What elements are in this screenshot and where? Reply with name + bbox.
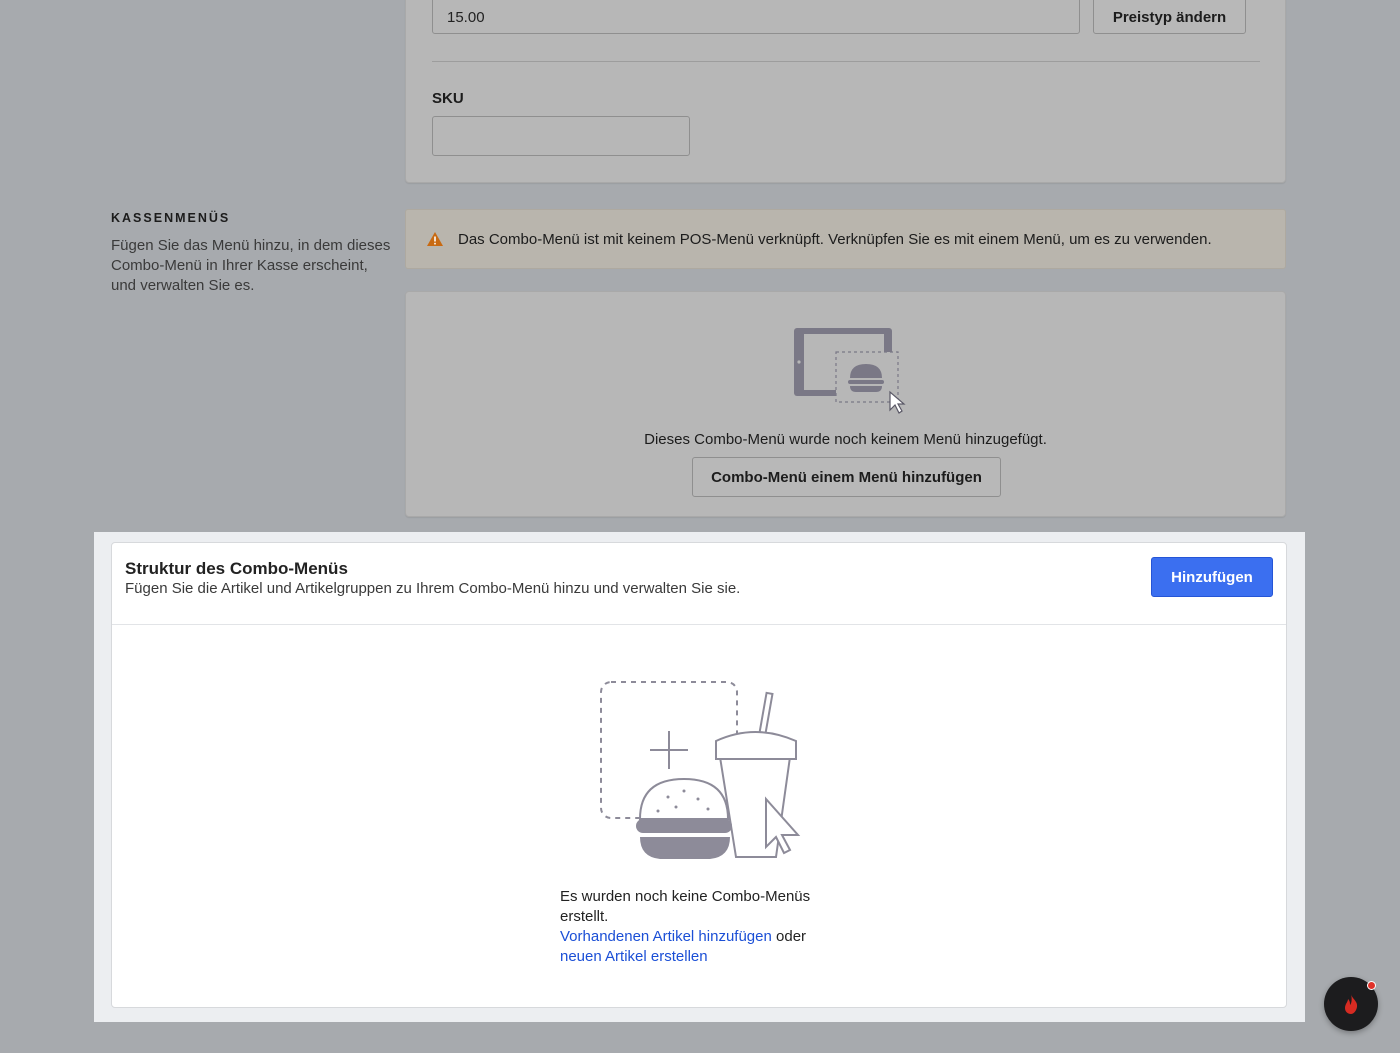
sku-input[interactable] [432, 116, 690, 156]
combo-structure-subtitle: Fügen Sie die Artikel und Artikelgruppen… [125, 580, 741, 597]
pos-menus-card: Dieses Combo-Menü wurde noch keinem Menü… [405, 291, 1286, 517]
pos-menus-heading: KASSENMENÜS [111, 211, 231, 225]
combo-structure-title: Struktur des Combo-Menüs [125, 559, 348, 578]
combo-empty-links: Vorhandenen Artikel hinzufügen oder neue… [560, 927, 850, 967]
price-input[interactable]: 15.00 [432, 0, 1080, 34]
chat-flame-icon [1342, 993, 1360, 1015]
price-input-value: 15.00 [447, 8, 485, 26]
add-button[interactable]: Hinzufügen [1151, 557, 1273, 597]
notification-dot [1367, 981, 1376, 990]
add-to-menu-button[interactable]: Combo-Menü einem Menü hinzufügen [692, 457, 1001, 497]
pos-menus-description: Fügen Sie das Menü hinzu, in dem dieses … [111, 237, 391, 294]
change-price-type-button[interactable]: Preistyp ändern [1093, 0, 1246, 34]
chat-button[interactable] [1324, 977, 1378, 1031]
sku-label: SKU [432, 90, 464, 107]
warning-triangle-icon [426, 231, 444, 247]
or-text: oder [776, 928, 807, 945]
tablet-burger-illustration [792, 326, 918, 423]
warning-text: Das Combo-Menü ist mit keinem POS-Menü v… [458, 230, 1212, 248]
pos-menus-empty-text: Dieses Combo-Menü wurde noch keinem Menü… [644, 431, 1047, 448]
pos-menu-warning: Das Combo-Menü ist mit keinem POS-Menü v… [405, 209, 1286, 269]
burger-drink-illustration [598, 679, 812, 876]
add-existing-item-link[interactable]: Vorhandenen Artikel hinzufügen [560, 928, 772, 945]
combo-empty-message: Es wurden noch keine Combo-Menüs erstell… [560, 888, 811, 925]
combo-structure-card: Struktur des Combo-Menüs Fügen Sie die A… [111, 542, 1287, 1008]
combo-empty-state: Es wurden noch keine Combo-Menüs erstell… [560, 887, 850, 967]
pricing-divider [432, 61, 1260, 62]
combo-structure-header: Struktur des Combo-Menüs Fügen Sie die A… [112, 543, 1286, 625]
create-new-item-link[interactable]: neuen Artikel erstellen [560, 948, 708, 965]
